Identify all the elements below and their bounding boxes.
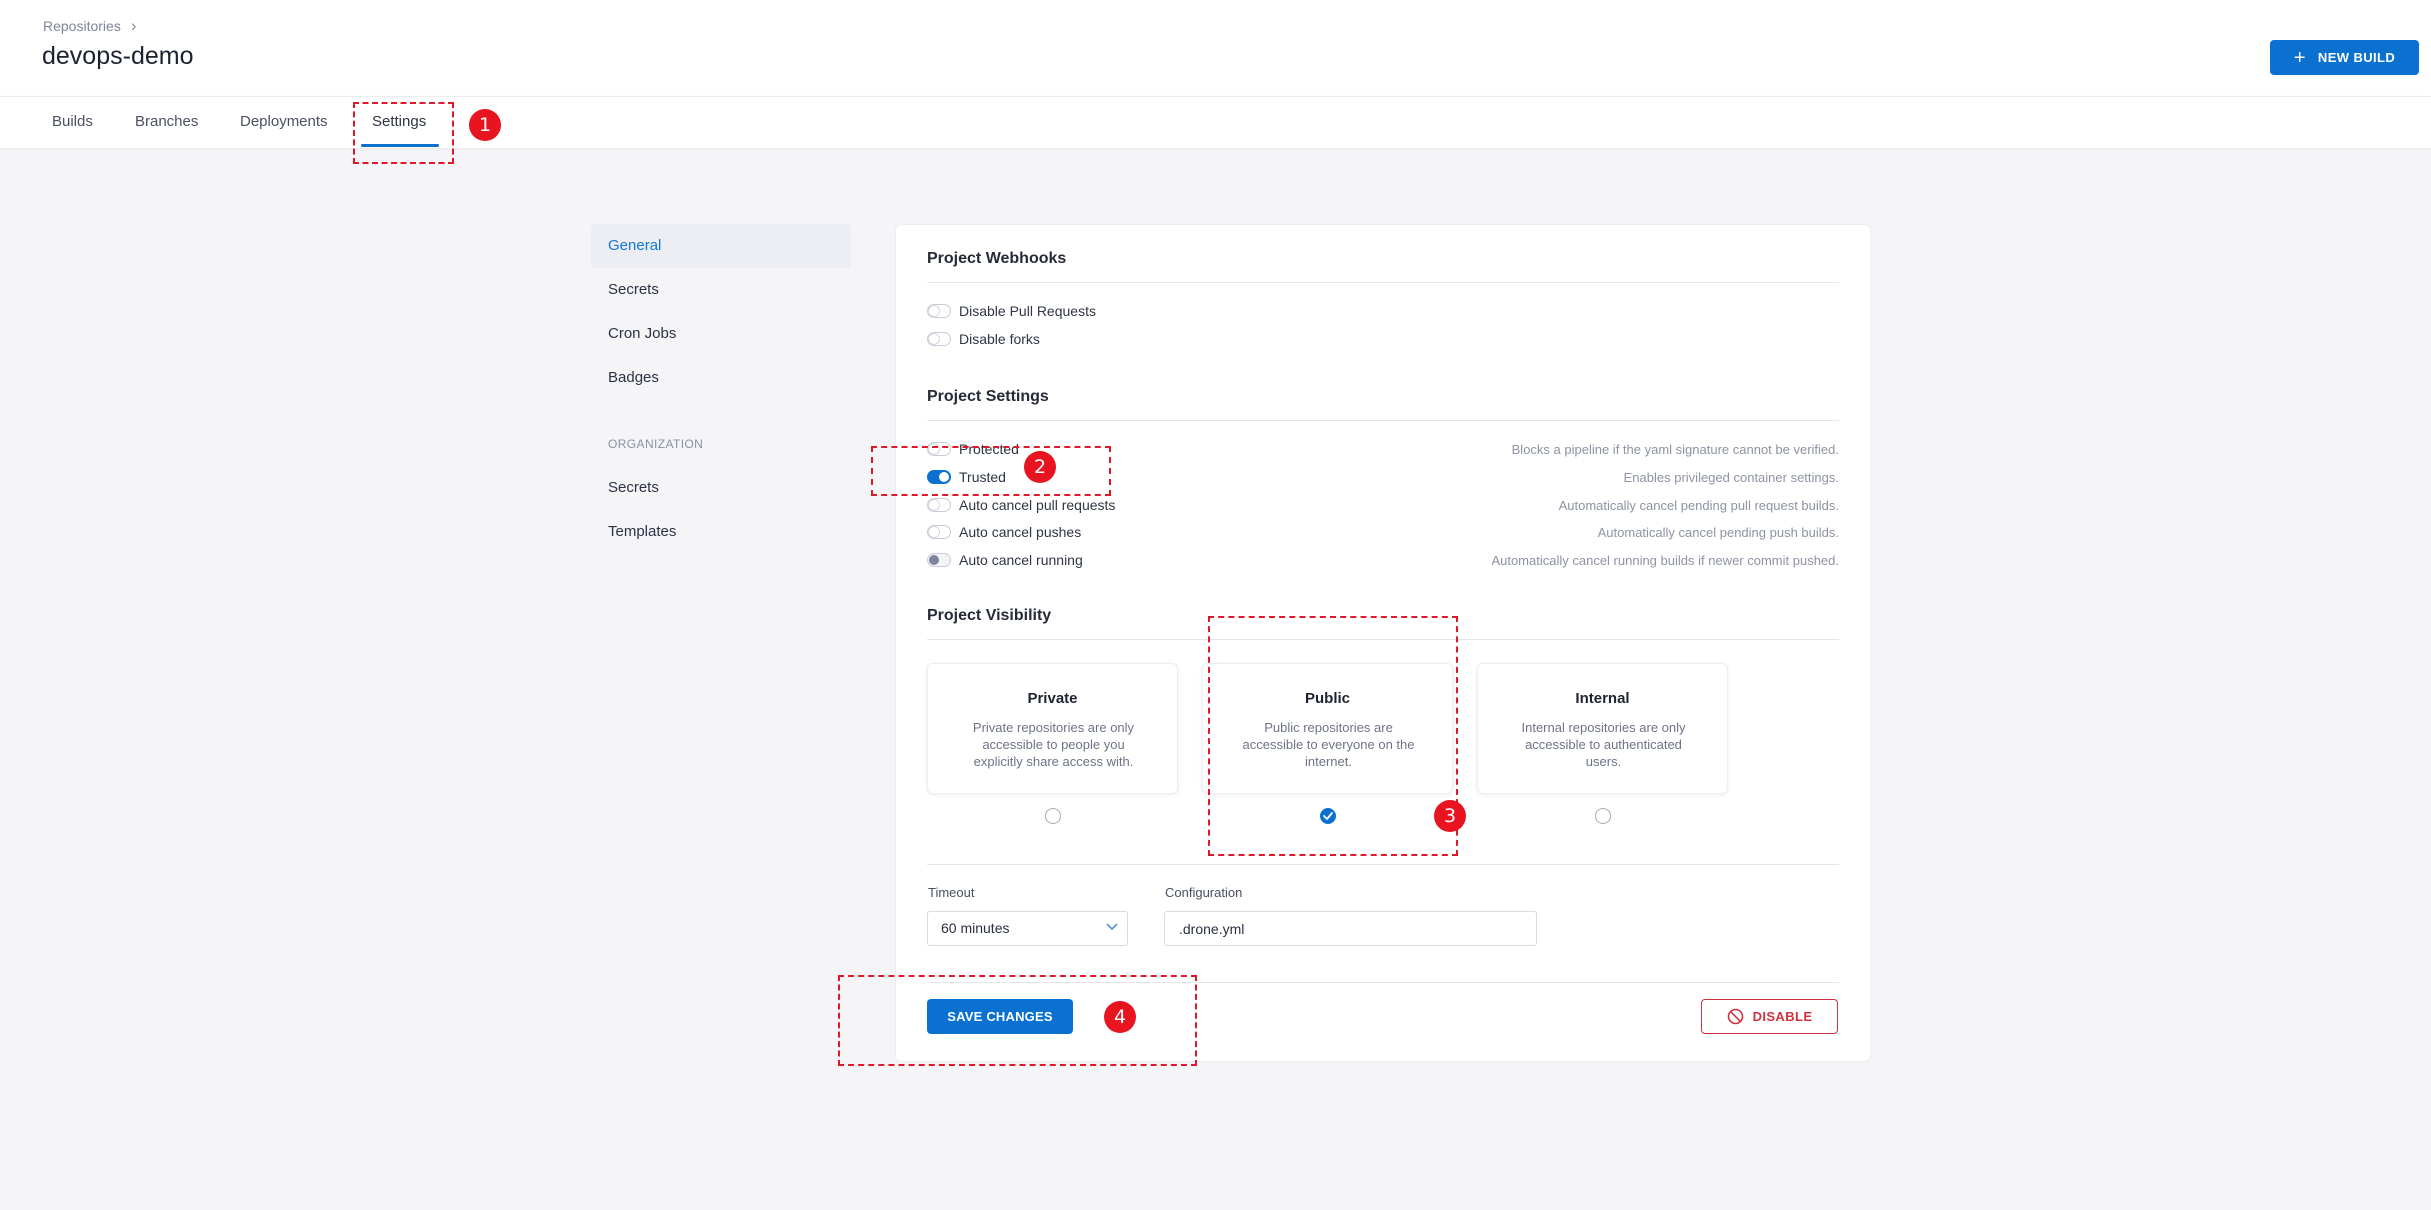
disable-label: DISABLE [1752, 1009, 1813, 1024]
annotation-marker: 1 [469, 109, 501, 141]
option-label: Auto cancel running [959, 552, 1083, 568]
divider [927, 282, 1839, 283]
setting-option-auto-cancel-pushes[interactable]: Auto cancel pushes Automatically cancel … [927, 522, 1839, 542]
chevron-down-icon [1106, 923, 1118, 930]
annotation-box-settings-tab [353, 102, 454, 164]
page-header: Repositories › devops-demo + NEW BUILD [0, 0, 2431, 96]
sidebar-item-secrets[interactable]: Secrets [591, 268, 851, 312]
visibility-option-title: Private [1027, 690, 1078, 707]
visibility-internal-radio[interactable] [1595, 808, 1611, 824]
sidebar-item-cron-jobs[interactable]: Cron Jobs [591, 312, 851, 356]
visibility-private-radio[interactable] [1045, 808, 1061, 824]
annotation-marker: 4 [1104, 1001, 1136, 1033]
setting-option-auto-cancel-pull-requests[interactable]: Auto cancel pull requests Automatically … [927, 495, 1839, 515]
option-description: Blocks a pipeline if the yaml signature … [1511, 441, 1839, 457]
webhook-option-disable-pull-requests[interactable]: Disable Pull Requests [927, 301, 1839, 321]
webhook-option-disable-forks[interactable]: Disable forks [927, 329, 1839, 349]
sidebar-item-badges[interactable]: Badges [591, 356, 851, 400]
divider [927, 864, 1839, 865]
page-title: devops-demo [42, 42, 194, 70]
sidebar-organization-heading: ORGANIZATION [608, 437, 704, 451]
toggle-switch[interactable] [927, 525, 951, 539]
annotation-box-trusted [871, 446, 1111, 496]
breadcrumb: Repositories › [43, 16, 137, 36]
sidebar-item-templates[interactable]: Templates [591, 510, 851, 554]
tab-deployments[interactable]: Deployments [240, 97, 328, 149]
plus-icon: + [2293, 46, 2306, 69]
webhooks-section-title: Project Webhooks [927, 250, 1067, 267]
divider [927, 420, 1839, 421]
new-build-label: NEW BUILD [2317, 50, 2396, 65]
setting-option-auto-cancel-running[interactable]: Auto cancel running Automatically cancel… [927, 550, 1839, 570]
option-label: Disable forks [959, 331, 1040, 347]
new-build-button[interactable]: + NEW BUILD [2270, 40, 2419, 75]
option-description: Automatically cancel pending push builds… [1597, 524, 1839, 540]
annotation-box-public [1208, 616, 1458, 856]
settings-section-title: Project Settings [927, 388, 1049, 405]
annotation-box-save [838, 975, 1197, 1066]
toggle-switch[interactable] [927, 553, 951, 567]
breadcrumb-repositories-link[interactable]: Repositories [43, 18, 121, 34]
annotation-marker: 2 [1024, 451, 1056, 483]
option-label: Disable Pull Requests [959, 303, 1096, 319]
chevron-right-icon: › [130, 16, 137, 35]
ban-icon [1727, 1008, 1743, 1025]
timeout-label: Timeout [928, 885, 975, 900]
tab-branches[interactable]: Branches [135, 97, 198, 149]
option-description: Enables privileged container settings. [1623, 469, 1839, 485]
sidebar-item-org-secrets[interactable]: Secrets [591, 466, 851, 510]
timeout-selected-value: 60 minutes [941, 920, 1010, 936]
sidebar-item-general[interactable]: General [591, 224, 851, 268]
toggle-switch[interactable] [927, 332, 951, 346]
toggle-switch[interactable] [927, 304, 951, 318]
tab-builds[interactable]: Builds [52, 97, 93, 149]
option-label: Auto cancel pushes [959, 524, 1082, 540]
option-description: Automatically cancel pending pull reques… [1558, 497, 1839, 513]
option-label: Auto cancel pull requests [959, 497, 1116, 513]
disable-repo-button[interactable]: DISABLE [1701, 999, 1838, 1034]
toggle-switch[interactable] [927, 498, 951, 512]
visibility-option-description: Private repositories are only accessible… [972, 720, 1135, 769]
visibility-option-title: Internal [1575, 690, 1630, 707]
configuration-input[interactable] [1164, 911, 1537, 946]
option-description: Automatically cancel running builds if n… [1491, 552, 1839, 568]
configuration-label: Configuration [1165, 885, 1243, 900]
timeout-select[interactable]: 60 minutes [927, 911, 1128, 946]
visibility-option-internal[interactable]: Internal Internal repositories are only … [1477, 663, 1728, 794]
visibility-option-private[interactable]: Private Private repositories are only ac… [927, 663, 1178, 794]
visibility-section-title: Project Visibility [927, 607, 1052, 624]
visibility-option-description: Internal repositories are only accessibl… [1521, 720, 1686, 769]
annotation-marker: 3 [1434, 800, 1466, 832]
